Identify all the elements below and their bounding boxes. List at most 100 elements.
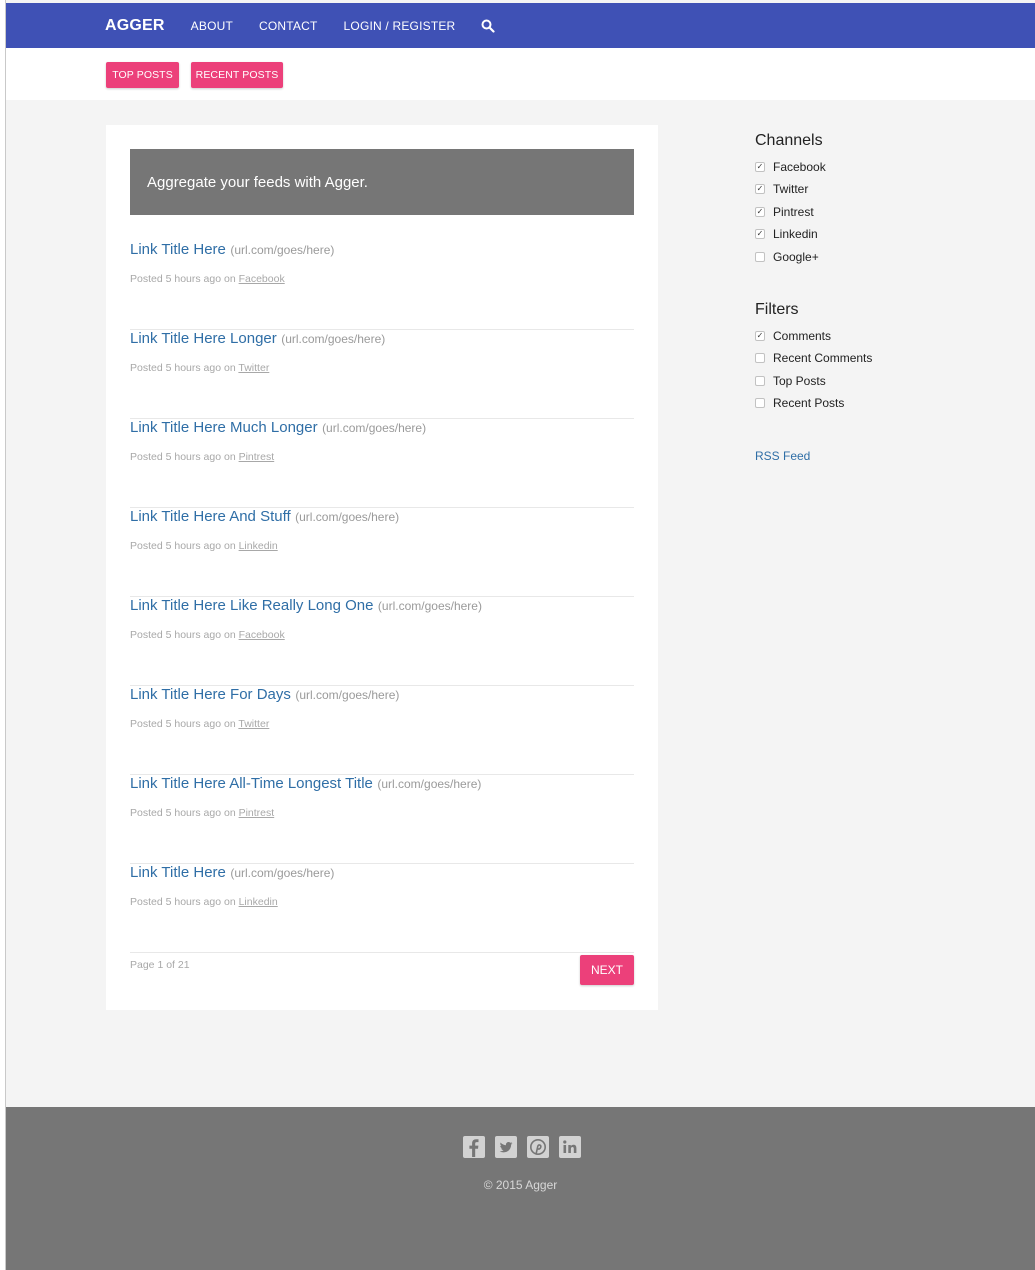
feed-post: Link Title Here Much Longer (url.com/goe… [130, 419, 634, 508]
post-url: (url.com/goes/here) [230, 243, 335, 257]
feed-post: Link Title Here (url.com/goes/here) Post… [130, 864, 634, 953]
nav-about-link[interactable]: ABOUT [191, 19, 233, 33]
checkbox-label: Recent Comments [773, 351, 873, 365]
checkbox-label: Facebook [773, 160, 826, 174]
post-title-line: Link Title Here For Days (url.com/goes/h… [130, 686, 399, 704]
post-meta: Posted 5 hours ago on Facebook [130, 629, 285, 641]
social-links [463, 1136, 591, 1158]
post-meta: Posted 5 hours ago on Linkedin [130, 540, 278, 552]
channel-checkbox-pintrest[interactable]: ✓ Pintrest [755, 203, 814, 221]
channel-checkbox-linkedin[interactable]: ✓ Linkedin [755, 225, 818, 243]
checkbox-checked[interactable]: ✓ [755, 331, 765, 341]
channel-checkbox-googleplus[interactable]: Google+ [755, 248, 819, 266]
post-title-link[interactable]: Link Title Here All-Time Longest Title [130, 775, 373, 792]
post-channel-link[interactable]: Twitter [238, 718, 269, 730]
checkbox-label: Google+ [773, 250, 819, 264]
post-meta-text: Posted 5 hours ago on [130, 540, 239, 552]
checkbox-checked[interactable]: ✓ [755, 229, 765, 239]
post-url: (url.com/goes/here) [230, 866, 335, 880]
post-title-line: Link Title Here (url.com/goes/here) [130, 241, 334, 259]
feed-post: Link Title Here And Stuff (url.com/goes/… [130, 508, 634, 597]
post-channel-link[interactable]: Facebook [239, 629, 285, 641]
facebook-icon[interactable] [463, 1136, 485, 1158]
checkbox-label: Comments [773, 329, 832, 343]
post-title-line: Link Title Here Like Really Long One (ur… [130, 597, 482, 615]
post-title-line: Link Title Here Longer (url.com/goes/her… [130, 330, 385, 348]
post-title-link[interactable]: Link Title Here Longer [130, 330, 277, 347]
checkbox-unchecked[interactable] [755, 252, 765, 262]
post-url: (url.com/goes/here) [377, 599, 482, 613]
channel-checkbox-facebook[interactable]: ✓ Facebook [755, 158, 826, 176]
page-frame-edge [0, 0, 6, 1270]
post-url: (url.com/goes/here) [377, 777, 482, 791]
post-channel-link[interactable]: Pintrest [239, 807, 275, 819]
post-meta: Posted 5 hours ago on Facebook [130, 273, 285, 285]
search-icon[interactable] [481, 19, 496, 33]
post-channel-link[interactable]: Facebook [239, 273, 285, 285]
post-channel-link[interactable]: Pintrest [239, 451, 275, 463]
checkbox-unchecked[interactable] [755, 353, 765, 363]
post-channel-link[interactable]: Linkedin [239, 896, 278, 908]
filter-checkbox-recent-posts[interactable]: Recent Posts [755, 394, 844, 412]
filter-checkbox-comments[interactable]: ✓ Comments [755, 327, 831, 345]
post-channel-link[interactable]: Twitter [238, 362, 269, 374]
post-title-line: Link Title Here All-Time Longest Title (… [130, 775, 481, 793]
post-title-link[interactable]: Link Title Here Like Really Long One [130, 597, 373, 614]
checkbox-checked[interactable]: ✓ [755, 162, 765, 172]
post-meta: Posted 5 hours ago on Pintrest [130, 451, 274, 463]
nav-items: AGGER ABOUT CONTACT LOGIN / REGISTER [105, 3, 496, 48]
recent-posts-button[interactable]: RECENT POSTS [191, 62, 283, 88]
next-page-button[interactable]: NEXT [580, 955, 634, 985]
sort-bar: TOP POSTS RECENT POSTS [6, 48, 1035, 100]
post-title-link[interactable]: Link Title Here Much Longer [130, 419, 318, 436]
filter-checkbox-recent-comments[interactable]: Recent Comments [755, 349, 872, 367]
top-posts-button[interactable]: TOP POSTS [106, 62, 179, 88]
checkbox-checked[interactable]: ✓ [755, 184, 765, 194]
feed-banner: Aggregate your feeds with Agger. [130, 149, 634, 215]
post-url: (url.com/goes/here) [295, 510, 400, 524]
feed-card: Aggregate your feeds with Agger. Link Ti… [106, 125, 658, 1010]
post-title-link[interactable]: Link Title Here [130, 864, 226, 881]
post-meta: Posted 5 hours ago on Pintrest [130, 807, 274, 819]
post-meta: Posted 5 hours ago on Linkedin [130, 896, 278, 908]
filter-checkbox-top-posts[interactable]: Top Posts [755, 372, 826, 390]
post-meta-text: Posted 5 hours ago on [130, 807, 239, 819]
feed-post: Link Title Here All-Time Longest Title (… [130, 775, 634, 864]
checkbox-checked[interactable]: ✓ [755, 207, 765, 217]
checkbox-label: Pintrest [773, 205, 814, 219]
post-meta-text: Posted 5 hours ago on [130, 273, 239, 285]
post-title-line: Link Title Here And Stuff (url.com/goes/… [130, 508, 399, 526]
post-meta-text: Posted 5 hours ago on [130, 718, 239, 730]
top-navbar: AGGER ABOUT CONTACT LOGIN / REGISTER [6, 3, 1035, 48]
nav-login-register-link[interactable]: LOGIN / REGISTER [344, 19, 456, 33]
post-url: (url.com/goes/here) [295, 688, 400, 702]
checkbox-unchecked[interactable] [755, 376, 765, 386]
checkbox-label: Top Posts [773, 374, 826, 388]
post-title-link[interactable]: Link Title Here For Days [130, 686, 291, 703]
pinterest-icon[interactable] [527, 1136, 549, 1158]
feed-post: Link Title Here (url.com/goes/here) Post… [130, 241, 634, 330]
brand-logo[interactable]: AGGER [105, 17, 165, 35]
rss-feed-link[interactable]: RSS Feed [755, 449, 810, 463]
post-channel-link[interactable]: Linkedin [239, 540, 278, 552]
post-meta-text: Posted 5 hours ago on [130, 629, 239, 641]
checkbox-unchecked[interactable] [755, 398, 765, 408]
page-indicator: Page 1 of 21 [130, 959, 190, 971]
page-footer: © 2015 Agger [6, 1107, 1035, 1270]
filters-heading: Filters [755, 301, 799, 318]
channel-checkbox-twitter[interactable]: ✓ Twitter [755, 180, 808, 198]
linkedin-icon[interactable] [559, 1136, 581, 1158]
post-title-link[interactable]: Link Title Here [130, 241, 226, 258]
post-meta-text: Posted 5 hours ago on [130, 362, 239, 374]
post-meta: Posted 5 hours ago on Twitter [130, 362, 269, 374]
feed-post: Link Title Here For Days (url.com/goes/h… [130, 686, 634, 775]
nav-contact-link[interactable]: CONTACT [259, 19, 318, 33]
post-title-link[interactable]: Link Title Here And Stuff [130, 508, 291, 525]
post-title-line: Link Title Here (url.com/goes/here) [130, 864, 334, 882]
twitter-icon[interactable] [495, 1136, 517, 1158]
post-title-line: Link Title Here Much Longer (url.com/goe… [130, 419, 426, 437]
copyright-text: © 2015 Agger [483, 1178, 558, 1192]
feed-post: Link Title Here Like Really Long One (ur… [130, 597, 634, 686]
channels-heading: Channels [755, 132, 823, 149]
feed-post: Link Title Here Longer (url.com/goes/her… [130, 330, 634, 419]
